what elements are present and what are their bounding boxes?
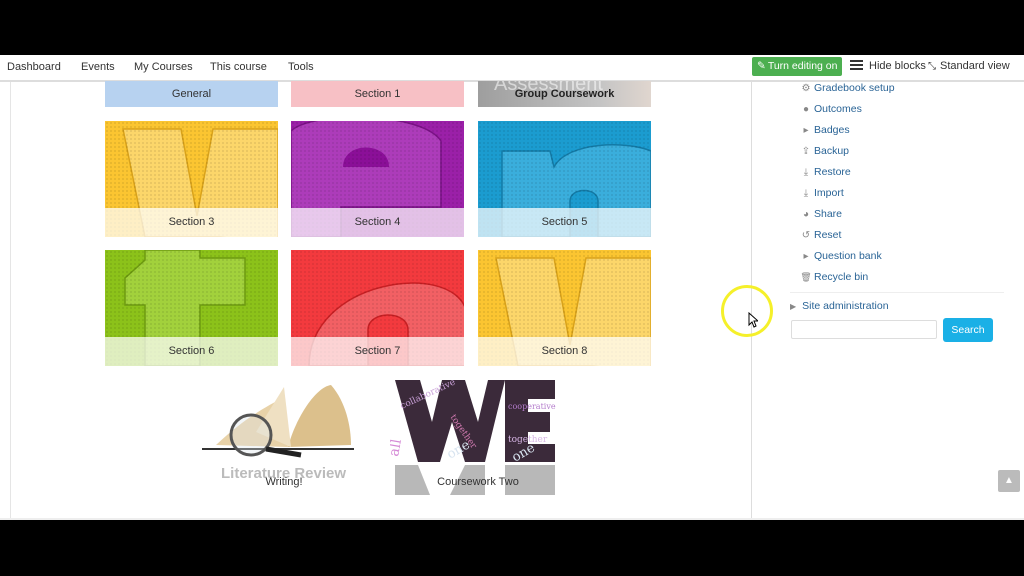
admin-item-label: Badges [814, 124, 850, 136]
tile-caption: Section 6 [105, 337, 278, 366]
admin-item-label: Share [814, 208, 843, 220]
gear-icon: ⚙ [801, 83, 811, 94]
tile-caption: Section 3 [105, 208, 278, 237]
tile-caption: Section 7 [291, 337, 464, 366]
tile-caption: General [105, 81, 278, 107]
trash-icon: 🗑 [800, 272, 812, 282]
section-tile-section-4[interactable]: Section 4 [291, 121, 464, 237]
section-tile-section-1[interactable]: Section 1 [291, 81, 464, 107]
admin-item-badges[interactable]: ▸ Badges [800, 124, 850, 136]
svg-text:cooperative: cooperative [508, 402, 556, 411]
search-button[interactable]: Search [943, 318, 993, 342]
book-magnifier-image [202, 385, 354, 458]
content-left-border [10, 82, 11, 520]
section-tile-section-3[interactable]: Section 3 [105, 121, 278, 237]
footer-divider [0, 518, 1024, 520]
admin-item-backup[interactable]: ⇪ Backup [800, 145, 849, 157]
admin-item-label: Recycle bin [814, 271, 869, 283]
standard-view-label: Standard view [940, 60, 1010, 72]
admin-item-label: Question bank [814, 250, 882, 262]
turn-editing-on-button[interactable]: ✎ Turn editing on [752, 57, 843, 76]
admin-item-label: Restore [814, 166, 851, 178]
edit-icon: ✎ [757, 60, 766, 72]
admin-search-input[interactable] [791, 320, 937, 339]
svg-text:all: all [390, 437, 405, 457]
hide-blocks-label: Hide blocks [869, 60, 926, 72]
download-icon: ⤓ [803, 188, 809, 199]
block-divider [790, 292, 1004, 293]
nav-this-course[interactable]: This course [210, 61, 267, 73]
admin-item-label: Backup [814, 145, 850, 157]
section-tile-section-8[interactable]: Section 8 [478, 250, 651, 366]
hide-blocks-button[interactable]: Hide blocks [850, 60, 926, 72]
caret-right-icon: ▶ [790, 302, 797, 311]
tile-caption: Section 1 [291, 81, 464, 107]
admin-item-question-bank[interactable]: ▸ Question bank [800, 250, 882, 262]
turn-editing-on-label: Turn editing on [767, 60, 838, 72]
chevron-up-icon: ▲ [1004, 475, 1014, 486]
section-tile-section-7[interactable]: Section 7 [291, 250, 464, 366]
admin-item-gradebook-setup[interactable]: ⚙ Gradebook setup [800, 82, 895, 94]
section-tile-coursework-two[interactable]: collaborative together all cooperative t… [390, 377, 566, 495]
upload-icon: ⇪ [801, 146, 811, 157]
site-administration-label: Site administration [802, 300, 889, 312]
admin-item-restore[interactable]: ⤓ Restore [800, 166, 851, 178]
admin-item-outcomes[interactable]: ● Outcomes [800, 103, 862, 115]
section-tile-writing[interactable]: Literature Review Writing! [196, 377, 372, 495]
section-tile-section-5[interactable]: Section 5 [478, 121, 651, 237]
caret-right-icon: ▸ [803, 251, 809, 262]
cursor-highlight-ring [721, 285, 773, 337]
tile-caption: Coursework Two [437, 476, 519, 488]
tile-caption: Writing! [265, 476, 303, 488]
top-navbar: Dashboard Events My Courses This course … [0, 55, 1024, 82]
admin-item-reset[interactable]: ↺ Reset [800, 229, 842, 241]
nav-events[interactable]: Events [81, 61, 115, 73]
scroll-to-top-button[interactable]: ▲ [998, 470, 1020, 492]
tile-caption: Section 4 [291, 208, 464, 237]
download-icon: ⤓ [803, 167, 809, 178]
globe-icon: ◕ [802, 209, 810, 220]
admin-item-share[interactable]: ◕ Share [800, 208, 842, 220]
mouse-cursor-icon [748, 312, 758, 328]
section-tile-group-coursework[interactable]: Assessment Group Coursework [478, 81, 651, 107]
reset-icon: ↺ [801, 230, 811, 241]
collapse-arrows-icon: ⤡ [928, 61, 936, 72]
section-tile-general[interactable]: General [105, 81, 278, 107]
admin-item-label: Outcomes [814, 103, 862, 115]
caret-right-icon: ▸ [803, 125, 809, 136]
site-administration-link[interactable]: ▶ Site administration [790, 300, 889, 312]
admin-item-label: Reset [814, 229, 842, 241]
tile-caption: Group Coursework [514, 88, 615, 100]
nav-dashboard[interactable]: Dashboard [7, 61, 61, 73]
admin-item-recycle-bin[interactable]: 🗑 Recycle bin [800, 271, 868, 283]
content-right-border [751, 82, 752, 520]
admin-item-label: Import [814, 187, 844, 199]
admin-item-import[interactable]: ⤓ Import [800, 187, 844, 199]
nav-my-courses[interactable]: My Courses [134, 61, 193, 73]
hide-blocks-icon [850, 60, 863, 70]
section-tile-section-6[interactable]: Section 6 [105, 250, 278, 366]
nav-tools[interactable]: Tools [288, 61, 314, 73]
tile-caption: Section 5 [478, 208, 651, 237]
standard-view-button[interactable]: ⤡ Standard view [928, 60, 1010, 72]
admin-item-label: Gradebook setup [814, 82, 895, 94]
outcomes-icon: ● [802, 104, 810, 115]
tile-caption: Section 8 [478, 337, 651, 366]
browser-viewport: Dashboard Events My Courses This course … [0, 55, 1024, 520]
